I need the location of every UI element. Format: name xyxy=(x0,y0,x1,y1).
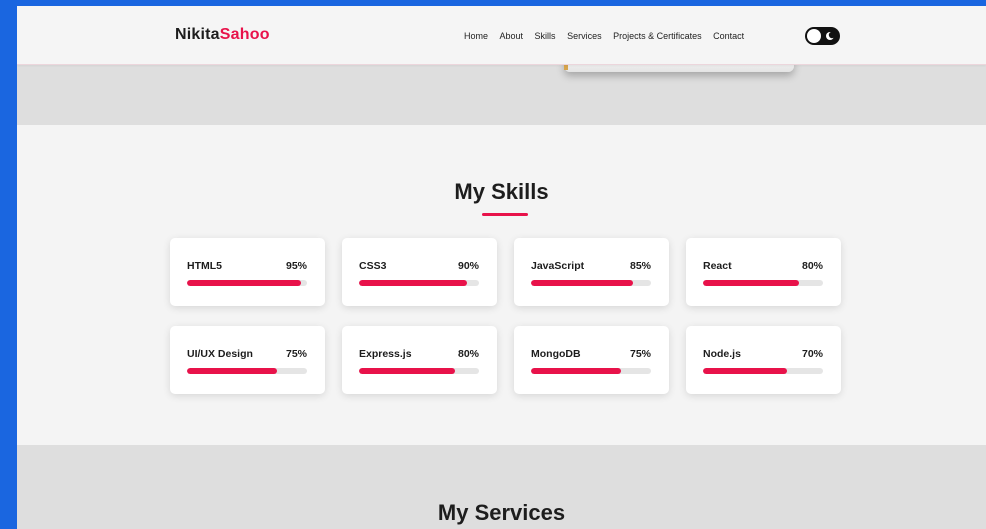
skill-name: JavaScript xyxy=(531,260,585,272)
skill-card: React 80% xyxy=(686,238,841,306)
skill-percent: 80% xyxy=(457,348,479,360)
brand-first-name: Nikita xyxy=(175,26,220,43)
skill-card: MongoDB 75% xyxy=(514,326,669,394)
skill-card: HTML5 95% xyxy=(170,238,325,306)
skill-progress-fill xyxy=(531,368,621,374)
skill-name: Express.js xyxy=(359,348,412,360)
hero-section-bottom xyxy=(17,64,986,125)
skill-progress-fill xyxy=(703,280,799,286)
skill-progress-fill xyxy=(359,280,467,286)
nav-link-services[interactable]: Services xyxy=(567,31,602,41)
skill-progress-fill xyxy=(359,368,455,374)
skill-card: Express.js 80% xyxy=(342,326,497,394)
skill-progress-track xyxy=(703,280,823,286)
brand-logo[interactable]: NikitaSahoo xyxy=(175,26,270,44)
skill-progress-track xyxy=(703,368,823,374)
skill-progress-track xyxy=(187,280,307,286)
skill-percent: 75% xyxy=(629,348,651,360)
nav-link-about[interactable]: About xyxy=(500,31,524,41)
nav-link-home[interactable]: Home xyxy=(464,31,488,41)
skill-name: Node.js xyxy=(703,348,741,360)
skill-card: JavaScript 85% xyxy=(514,238,669,306)
services-heading: My Services xyxy=(437,500,566,525)
skill-percent: 85% xyxy=(629,260,651,272)
skill-progress-fill xyxy=(531,280,633,286)
nav-link-contact[interactable]: Contact xyxy=(713,31,744,41)
skill-percent: 80% xyxy=(801,260,823,272)
skills-heading-underline xyxy=(482,213,528,216)
skill-percent: 95% xyxy=(285,260,307,272)
skills-heading: My Skills xyxy=(454,179,549,204)
nav-links: Home About Skills Services Projects & Ce… xyxy=(464,31,756,41)
skill-progress-track xyxy=(359,280,479,286)
nav-link-skills[interactable]: Skills xyxy=(535,31,556,41)
skill-percent: 90% xyxy=(457,260,479,272)
nav-link-projects[interactable]: Projects & Certificates xyxy=(613,31,702,41)
skill-progress-fill xyxy=(703,368,787,374)
skill-percent: 70% xyxy=(801,348,823,360)
services-section: My Services xyxy=(17,445,986,529)
skill-name: HTML5 xyxy=(187,260,222,272)
toggle-knob xyxy=(807,29,821,43)
navbar: NikitaSahoo Home About Skills Services P… xyxy=(17,6,986,65)
skill-name: MongoDB xyxy=(531,348,581,360)
page-viewport: NikitaSahoo Home About Skills Services P… xyxy=(17,6,986,529)
skill-name: React xyxy=(703,260,732,272)
skill-progress-fill xyxy=(187,280,301,286)
skill-progress-fill xyxy=(187,368,277,374)
skill-progress-track xyxy=(531,280,651,286)
theme-toggle[interactable] xyxy=(805,27,840,45)
skill-name: UI/UX Design xyxy=(187,348,253,360)
skill-card: UI/UX Design 75% xyxy=(170,326,325,394)
moon-icon xyxy=(826,31,835,40)
skill-progress-track xyxy=(531,368,651,374)
skill-card: CSS3 90% xyxy=(342,238,497,306)
skill-progress-track xyxy=(187,368,307,374)
skill-percent: 75% xyxy=(285,348,307,360)
skill-name: CSS3 xyxy=(359,260,387,272)
skill-card: Node.js 70% xyxy=(686,326,841,394)
brand-last-name: Sahoo xyxy=(219,26,270,43)
skill-progress-track xyxy=(359,368,479,374)
skills-section: My Skills HTML5 95% CSS3 90% JavaScript … xyxy=(17,125,986,445)
